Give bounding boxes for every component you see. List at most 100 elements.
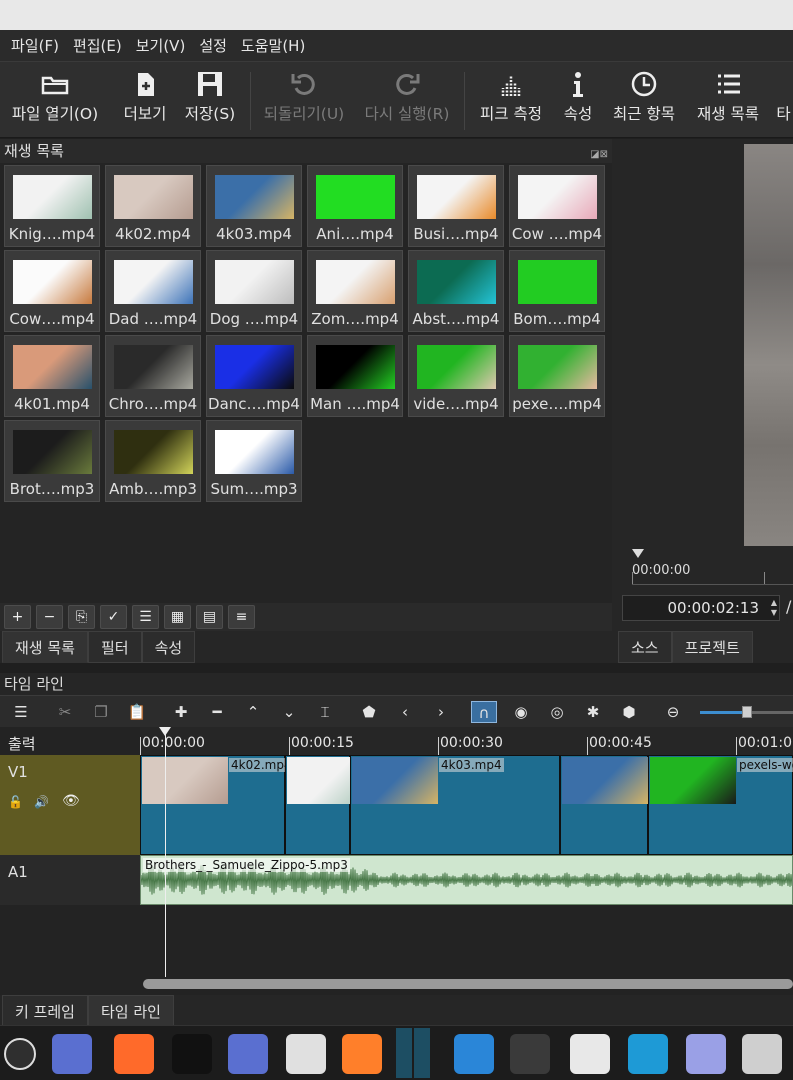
cut-icon[interactable]: ✂ [52, 701, 78, 723]
redo-button[interactable]: 다시 실행(R) [358, 62, 456, 138]
playlist-item[interactable]: Abst….mp4 [408, 250, 504, 332]
time-scale[interactable]: 00:00:00 00:00:15 00:00:30 00:00:45 00:01:0 [140, 727, 793, 755]
next-marker-icon[interactable]: › [428, 701, 454, 723]
playlist-item[interactable]: Knig….mp4 [4, 165, 100, 247]
open-file-button[interactable]: 파일 열기(O) [4, 62, 106, 138]
zoom-out-icon[interactable]: ⊖ [660, 701, 686, 723]
chrome-icon[interactable] [286, 1034, 326, 1074]
playlist-item[interactable]: Dad ….mp4 [105, 250, 201, 332]
tab-properties[interactable]: 속성 [141, 631, 196, 663]
tab-filters[interactable]: 필터 [87, 631, 142, 663]
ripple-icon[interactable]: ◎ [544, 701, 570, 723]
playlist-item[interactable]: Cow….mp4 [4, 250, 100, 332]
peak-meter-button[interactable]: 피크 측정 [472, 62, 550, 138]
spin-arrows-icon[interactable]: ▲ ▼ [771, 598, 777, 618]
track-lane-v1[interactable]: 4k02.mp4 4k03.mp4 pexels-wo [140, 755, 793, 855]
split-icon[interactable]: ⌶ [312, 701, 338, 723]
undo-button[interactable]: 되돌리기(U) [256, 62, 352, 138]
copy-icon[interactable]: ❐ [88, 701, 114, 723]
lift-icon[interactable]: ⌃ [240, 701, 266, 723]
playlist-item[interactable]: Zom….mp4 [307, 250, 403, 332]
video-clip[interactable]: 4k03.mp4 [350, 755, 560, 855]
playlist-item[interactable]: Busi….mp4 [408, 165, 504, 247]
horizontal-scrollbar[interactable] [143, 979, 793, 989]
terminal-icon[interactable] [172, 1034, 212, 1074]
playlist-item[interactable]: 4k02.mp4 [105, 165, 201, 247]
save-button[interactable]: 저장(S) [178, 62, 242, 138]
playlist-button[interactable]: 재생 목록 [690, 62, 766, 138]
blender-icon[interactable] [342, 1034, 382, 1074]
timeline-toolbar-button[interactable]: 타 [774, 62, 793, 138]
menu-edit[interactable]: 편집(E) [66, 35, 129, 56]
track-header-a1[interactable]: A1 [0, 855, 140, 905]
snap-icon[interactable]: ∩ [471, 701, 497, 723]
ripple-markers-icon[interactable]: ⬢ [616, 701, 642, 723]
more-button[interactable]: 더보기 [114, 62, 176, 138]
mint-menu-icon[interactable] [4, 1038, 36, 1070]
scrub-icon[interactable]: ◉ [508, 701, 534, 723]
playlist-item[interactable]: Danc….mp4 [206, 335, 302, 417]
files-icon[interactable] [228, 1034, 268, 1074]
playlist-item[interactable]: Sum….mp3 [206, 420, 302, 502]
playlist-item[interactable]: Man ….mp4 [307, 335, 403, 417]
playlist-item[interactable]: Brot….mp3 [4, 420, 100, 502]
tab-project[interactable]: 프로젝트 [671, 631, 753, 663]
playlist-item[interactable]: Ani….mp4 [307, 165, 403, 247]
audio-clip[interactable]: Brothers_-_Samuele_Zippo-5.mp3 [140, 855, 793, 905]
menu-icon[interactable]: ≡ [228, 605, 255, 629]
firefox-icon[interactable] [114, 1034, 154, 1074]
zoom-slider[interactable] [700, 706, 793, 718]
playlist-item[interactable]: Bom….mp4 [509, 250, 605, 332]
chromium-icon[interactable] [742, 1034, 782, 1074]
icons-icon[interactable]: ▤ [196, 605, 223, 629]
lock-icon[interactable]: 🔓 [8, 795, 23, 809]
overwrite-icon[interactable]: ⌄ [276, 701, 302, 723]
playlist-item[interactable]: Amb….mp3 [105, 420, 201, 502]
inkscape-icon[interactable] [570, 1034, 610, 1074]
zoom-slider-handle[interactable] [742, 706, 752, 718]
viewer-ruler[interactable]: 00:00:00 [632, 549, 793, 585]
video-clip[interactable] [285, 755, 373, 855]
video-clip[interactable]: 4k02.mp4 [140, 755, 294, 855]
ripple-delete-icon[interactable]: ━ [204, 701, 230, 723]
add-icon[interactable]: + [4, 605, 31, 629]
paste-icon[interactable]: 📋 [124, 701, 150, 723]
menu-view[interactable]: 보기(V) [129, 35, 193, 56]
ripple-all-icon[interactable]: ✱ [580, 701, 606, 723]
playlist-item[interactable]: Dog ….mp4 [206, 250, 302, 332]
menu-file[interactable]: 파일(F) [4, 35, 66, 56]
menu-settings[interactable]: 설정 [192, 35, 234, 56]
tab-keyframes[interactable]: 키 프레임 [2, 995, 88, 1027]
append-icon[interactable]: ✚ [168, 701, 194, 723]
mute-icon[interactable]: 🔊 [34, 795, 49, 809]
text-editor-icon[interactable] [686, 1034, 726, 1074]
tiles-icon[interactable]: ▦ [164, 605, 191, 629]
timeline-menu-icon[interactable]: ☰ [8, 701, 34, 723]
check-icon[interactable]: ✓ [100, 605, 127, 629]
timecode-field[interactable]: 00:00:02:13 ▲ ▼ [622, 595, 780, 621]
playlist-item[interactable]: Chro….mp4 [105, 335, 201, 417]
tab-timeline[interactable]: 타임 라인 [87, 995, 174, 1027]
menu-help[interactable]: 도움말(H) [234, 35, 312, 56]
tab-source[interactable]: 소스 [618, 631, 672, 663]
remove-icon[interactable]: − [36, 605, 63, 629]
track-header-v1[interactable]: V1 🔓 🔊 👁 [0, 755, 140, 855]
shotcut-icon[interactable] [628, 1034, 668, 1074]
openshot-icon[interactable] [454, 1034, 494, 1074]
playlist-item[interactable]: vide….mp4 [408, 335, 504, 417]
playlist-item[interactable]: 4k01.mp4 [4, 335, 100, 417]
tab-playlist[interactable]: 재생 목록 [2, 631, 88, 663]
recent-button[interactable]: 최근 항목 [606, 62, 682, 138]
eye-icon[interactable]: 👁 [62, 793, 80, 809]
window-icon[interactable] [396, 1028, 412, 1078]
prev-marker-icon[interactable]: ‹ [392, 701, 418, 723]
kdenlive-icon[interactable] [510, 1034, 550, 1074]
playlist-item[interactable]: 4k03.mp4 [206, 165, 302, 247]
playlist-item[interactable]: Cow ….mp4 [509, 165, 605, 247]
window-icon[interactable] [414, 1028, 430, 1078]
video-clip[interactable] [560, 755, 648, 855]
details-icon[interactable]: ☰ [132, 605, 159, 629]
timeline-playhead[interactable] [159, 727, 171, 977]
properties-button[interactable]: 속성 [556, 62, 600, 138]
update-icon[interactable]: ⎘ [68, 605, 95, 629]
